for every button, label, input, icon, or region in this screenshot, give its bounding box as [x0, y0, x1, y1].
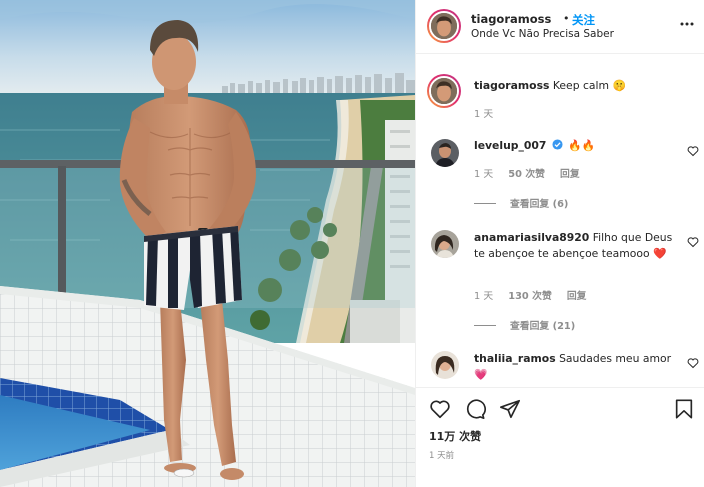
view-replies-label: 查看回复 (21) [510, 321, 576, 332]
comment-text-line: thaliia_ramos Saudades meu amor💗 [474, 351, 674, 383]
comment-username[interactable]: anamariasilva8920 [474, 231, 589, 244]
share-paper-plane-icon[interactable] [499, 398, 521, 420]
caption-meta: 1 天 [474, 106, 505, 120]
comment-avatar-image [431, 230, 459, 258]
post-side-panel: tiagoramoss • 关注 Onde Vc Não Precisa Sab… [415, 0, 704, 487]
likes-count[interactable]: 11万 次赞 [429, 428, 481, 444]
view-replies-button[interactable]: 查看回复 (6) [474, 196, 568, 210]
author-avatar[interactable] [427, 9, 461, 43]
comment-like-heart-icon[interactable] [687, 145, 699, 157]
comment-avatar-image [431, 351, 459, 379]
caption-text: Keep calm 🤫 [552, 79, 626, 92]
follow-button[interactable]: 关注 [572, 12, 595, 28]
comment-bubble-icon[interactable] [464, 398, 486, 420]
comment-avatar[interactable] [431, 230, 459, 258]
comment-avatar[interactable] [431, 139, 459, 167]
verified-badge-icon [552, 139, 563, 150]
caption-avatar[interactable] [427, 74, 461, 108]
comment-likes[interactable]: 50 次赞 [508, 169, 545, 180]
caption-username[interactable]: tiagoramoss [474, 79, 549, 92]
instagram-post-viewer: tiagoramoss • 关注 Onde Vc Não Precisa Sab… [0, 0, 704, 487]
post-header: tiagoramoss • 关注 Onde Vc Não Precisa Sab… [416, 0, 704, 54]
comment-username[interactable]: thaliia_ramos [474, 352, 556, 365]
comment-meta: 1 天 50 次赞 回复 [474, 166, 592, 180]
comment-time[interactable]: 1 天 [474, 291, 493, 302]
caption-text-line: tiagoramoss Keep calm 🤫 [474, 78, 674, 94]
separator-dot: • [563, 12, 570, 25]
author-avatar-image [431, 13, 457, 39]
post-timestamp[interactable]: 1 天前 [429, 449, 454, 461]
comment-text-line: levelup_007 🔥🔥 [474, 138, 674, 154]
comment-text-line: anamariasilva8920 Filho que Deus te aben… [474, 230, 674, 262]
comment-avatar[interactable] [431, 351, 459, 379]
post-actions: 11万 次赞 1 天前 [416, 387, 704, 487]
comment-reply-button[interactable]: 回复 [567, 291, 587, 302]
comment-meta: 1 天 130 次赞 回复 [474, 288, 598, 302]
author-username[interactable]: tiagoramoss [471, 12, 551, 26]
replies-divider [474, 202, 496, 204]
caption-time[interactable]: 1 天 [474, 109, 493, 120]
comments-list[interactable]: tiagoramoss Keep calm 🤫 1 天 levelup_007 … [416, 55, 704, 387]
post-location[interactable]: Onde Vc Não Precisa Saber [471, 28, 614, 40]
comment-time[interactable]: 1 天 [474, 169, 493, 180]
comment-reply-button[interactable]: 回复 [560, 169, 580, 180]
view-replies-label: 查看回复 (6) [510, 199, 569, 210]
comment-text: 🔥🔥 [568, 139, 596, 152]
save-bookmark-icon[interactable] [673, 398, 695, 420]
post-image [0, 0, 415, 487]
more-dots-icon[interactable] [679, 16, 695, 32]
comment-avatar-image [431, 139, 459, 167]
comment-like-heart-icon[interactable] [687, 357, 699, 369]
comment-likes[interactable]: 130 次赞 [508, 291, 551, 302]
view-replies-button[interactable]: 查看回复 (21) [474, 318, 575, 332]
post-photo[interactable] [0, 0, 415, 487]
comment-username[interactable]: levelup_007 [474, 139, 546, 152]
caption-avatar-image [431, 78, 457, 104]
like-heart-icon[interactable] [429, 398, 451, 420]
comment-like-heart-icon[interactable] [687, 236, 699, 248]
replies-divider [474, 324, 496, 326]
